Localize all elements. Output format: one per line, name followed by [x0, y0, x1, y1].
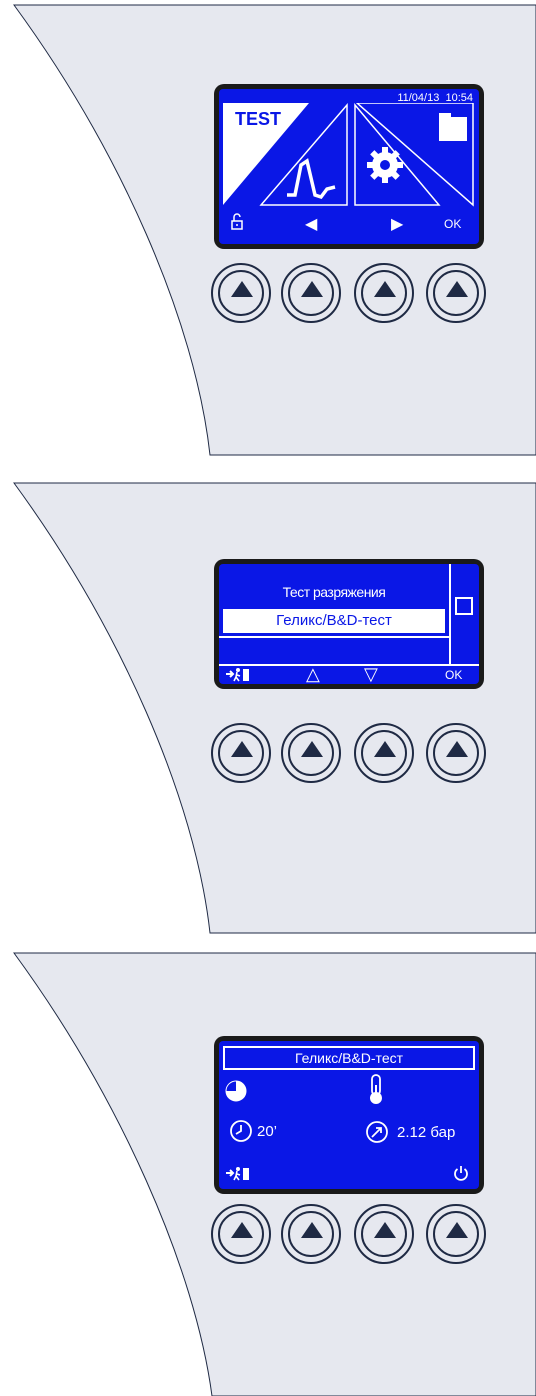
unlock-icon: [231, 213, 243, 230]
softkey-button-3[interactable]: [354, 1204, 414, 1264]
time-value: 20’: [257, 1123, 278, 1140]
exit-icon: [226, 668, 249, 682]
up-softkey-label: △: [306, 664, 320, 684]
device-panel-main-menu: 11/04/13 10:54 TEST ◀ ▶ OK: [0, 0, 536, 460]
gear-icon: [367, 147, 403, 183]
scrollbar-thumb[interactable]: [455, 597, 473, 615]
pressure-value: 2.12 бар: [397, 1124, 456, 1141]
settings-tile[interactable]: [353, 103, 475, 207]
pressure-gauge-icon: [366, 1121, 388, 1143]
next-softkey-label: ▶: [391, 216, 404, 233]
ok-softkey-label: OK: [444, 217, 462, 231]
lcd-display: 11/04/13 10:54 TEST ◀ ▶ OK: [214, 84, 484, 249]
down-softkey-label: ▽: [364, 664, 378, 684]
softkey-button-4[interactable]: [426, 723, 486, 783]
softkey-button-1[interactable]: [211, 723, 271, 783]
exit-icon: [226, 1167, 249, 1181]
lcd-display: Тест разряжения Геликс/B&D-тест △ ▽ OK: [214, 559, 484, 689]
scrollbar[interactable]: [450, 564, 479, 664]
device-panel-test-running: Геликс/B&D-тест 20’ 2.12 бар: [0, 948, 536, 1396]
prev-softkey-label: ◀: [305, 216, 318, 233]
folder-icon: [439, 113, 467, 141]
progress-pie-icon: [225, 1080, 247, 1102]
list-item[interactable]: Тест разряжения: [219, 584, 449, 600]
ok-softkey-label: OK: [445, 668, 463, 682]
softkey-button-1[interactable]: [211, 263, 271, 323]
softkey-button-3[interactable]: [354, 723, 414, 783]
page-title: Геликс/B&D-тест: [223, 1046, 475, 1070]
lcd-display: Геликс/B&D-тест 20’ 2.12 бар: [214, 1036, 484, 1194]
softkey-button-2[interactable]: [281, 723, 341, 783]
softkey-button-2[interactable]: [281, 1204, 341, 1264]
test-label: TEST: [235, 109, 282, 129]
softkey-button-2[interactable]: [281, 263, 341, 323]
softkey-button-1[interactable]: [211, 1204, 271, 1264]
test-list-screen: Тест разряжения Геликс/B&D-тест △ ▽ OK: [219, 564, 479, 684]
softkey-button-4[interactable]: [426, 263, 486, 323]
main-menu-screen: 11/04/13 10:54 TEST ◀ ▶ OK: [219, 89, 479, 244]
list-item-selected[interactable]: Геликс/B&D-тест: [223, 609, 445, 633]
power-icon: [454, 1166, 468, 1181]
device-panel-test-list: Тест разряжения Геликс/B&D-тест △ ▽ OK: [0, 478, 536, 938]
thermometer-icon: [370, 1074, 382, 1104]
panel-background: [13, 482, 536, 934]
clock-icon: [230, 1120, 252, 1142]
test-status-screen: Геликс/B&D-тест 20’ 2.12 бар: [219, 1041, 479, 1189]
softkey-button-3[interactable]: [354, 263, 414, 323]
softkey-button-4[interactable]: [426, 1204, 486, 1264]
